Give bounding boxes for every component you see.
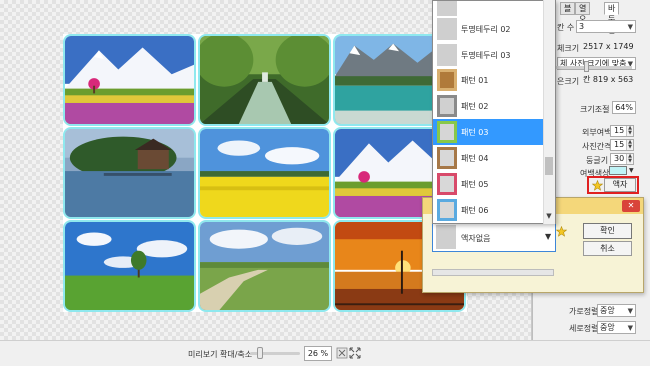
- list-item-label: 투명테두리 02: [461, 25, 511, 34]
- zoom-slider-thumb[interactable]: [257, 347, 263, 359]
- h-align-select[interactable]: 중앙 ▼: [597, 304, 636, 317]
- chevron-down-icon: ▼: [627, 324, 633, 332]
- scrollbar-thumb[interactable]: [545, 157, 553, 175]
- round-value: 30: [614, 154, 625, 163]
- chevron-down-icon[interactable]: ▼: [545, 232, 551, 241]
- chevron-down-icon: ▼: [627, 23, 633, 31]
- zoom-value-field[interactable]: 26 %: [304, 346, 332, 361]
- pattern-thumbnail: [437, 69, 457, 91]
- canvas-size-value: 2517 x 1749: [583, 42, 634, 51]
- photo-tile-country-road[interactable]: [198, 220, 331, 312]
- cell-size-label: 은크기: [557, 77, 580, 86]
- list-item-label: 투명테두리 03: [461, 51, 511, 60]
- chevron-down-icon[interactable]: ▼: [544, 212, 554, 222]
- v-align-select[interactable]: 중앙 ▼: [597, 321, 636, 334]
- tab-grid[interactable]: 바둑판: [604, 2, 620, 35]
- frame-thumbnail: [436, 225, 456, 249]
- close-button[interactable]: ✕: [622, 200, 640, 212]
- cancel-button[interactable]: 취소: [583, 241, 632, 256]
- fit-slider-track[interactable]: [556, 66, 632, 69]
- v-align-label: 세로정렬: [569, 324, 599, 333]
- chevron-down-icon: ▼: [627, 307, 633, 315]
- list-item[interactable]: 패턴 01: [433, 67, 544, 93]
- list-item[interactable]: 투명테두리 03: [433, 42, 544, 68]
- outer-margin-stepper[interactable]: 15 ▲ ▼: [610, 125, 634, 137]
- scrollbar[interactable]: [543, 0, 555, 224]
- photo-tile-tree-canal[interactable]: [198, 34, 331, 126]
- h-align-value: 중앙: [600, 306, 615, 315]
- tab-block[interactable]: 블: [560, 2, 576, 15]
- v-align-value: 중앙: [600, 323, 615, 332]
- photo-tile-mountain-flowers[interactable]: [63, 34, 196, 126]
- scale-value[interactable]: 64%: [612, 101, 636, 114]
- pattern-thumbnail: [437, 121, 457, 143]
- photo-tile-lone-tree[interactable]: [63, 220, 196, 312]
- stepper-arrows-icon[interactable]: ▲ ▼: [626, 154, 633, 164]
- list-item-label: 패턴 06: [461, 206, 489, 215]
- pattern-thumbnail: [437, 18, 457, 40]
- photo-tile-rapeseed-field[interactable]: [198, 127, 331, 219]
- star-icon[interactable]: [556, 226, 567, 237]
- list-item[interactable]: 패턴 06: [433, 197, 544, 223]
- list-item[interactable]: 투명테두리 02: [433, 16, 544, 42]
- pattern-thumbnail: [437, 173, 457, 195]
- round-label: 둥글기: [586, 156, 609, 165]
- tab-row-off[interactable]: 열오프: [575, 2, 591, 35]
- outer-margin-value: 15: [614, 126, 625, 135]
- pattern-dropdown-list: 투명테두리 02 투명테두리 03 패턴 01 패턴 02 패턴 03 패턴 0…: [432, 0, 556, 224]
- expand-icon[interactable]: [349, 347, 361, 359]
- list-item-label: 패턴 05: [461, 180, 489, 189]
- list-item-selected[interactable]: 패턴 03: [433, 119, 544, 145]
- scale-label: 크기조절: [580, 105, 610, 114]
- count-value: 3: [579, 22, 585, 31]
- cell-size-value: 칸 819 x 563: [583, 75, 634, 84]
- pattern-thumbnail: [437, 44, 457, 66]
- list-item-label: 패턴 03: [461, 128, 489, 137]
- h-align-label: 가로정렬: [569, 307, 599, 316]
- list-item[interactable]: 패턴 02: [433, 93, 544, 119]
- star-icon: [592, 180, 603, 191]
- round-stepper[interactable]: 30 ▲ ▼: [610, 153, 634, 165]
- list-item-label: 패턴 02: [461, 102, 489, 111]
- pattern-thumbnail: [437, 95, 457, 117]
- pattern-thumbnail: [437, 199, 457, 221]
- photo-collage: [63, 34, 467, 312]
- progress-bar: [432, 269, 554, 276]
- photo-tile-lake-cabin[interactable]: [63, 127, 196, 219]
- canvas-size-label: 체크기: [557, 44, 580, 53]
- fit-to-window-icon[interactable]: [336, 347, 348, 359]
- status-bar: 미리보기 확대/축소 26 %: [0, 340, 650, 366]
- photo-gap-label: 사진간격: [582, 142, 612, 151]
- count-label: 칸 수: [557, 23, 575, 32]
- outer-margin-label: 외부여백: [582, 128, 612, 137]
- list-item[interactable]: 패턴 05: [433, 171, 544, 197]
- zoom-label: 미리보기 확대/축소: [188, 350, 253, 359]
- margin-color-swatch[interactable]: [609, 166, 627, 175]
- list-item-label: 패턴 01: [461, 76, 489, 85]
- pattern-thumbnail: [437, 1, 457, 16]
- stepper-arrows-icon[interactable]: ▲ ▼: [626, 140, 633, 150]
- frame-button[interactable]: 액자: [604, 178, 636, 192]
- list-item[interactable]: 패턴 04: [433, 145, 544, 171]
- photo-gap-stepper[interactable]: 15 ▲ ▼: [610, 139, 634, 151]
- pattern-thumbnail: [437, 147, 457, 169]
- confirm-button[interactable]: 확인: [583, 223, 632, 239]
- chevron-down-icon[interactable]: ▼: [629, 167, 634, 174]
- frame-select-value: 액자없음: [461, 234, 491, 243]
- photo-gap-value: 15: [614, 140, 625, 149]
- stepper-arrows-icon[interactable]: ▲ ▼: [626, 126, 633, 136]
- list-item-label: 패턴 04: [461, 154, 489, 163]
- fit-slider-thumb[interactable]: [584, 61, 589, 72]
- count-select[interactable]: 3 ▼: [576, 20, 636, 33]
